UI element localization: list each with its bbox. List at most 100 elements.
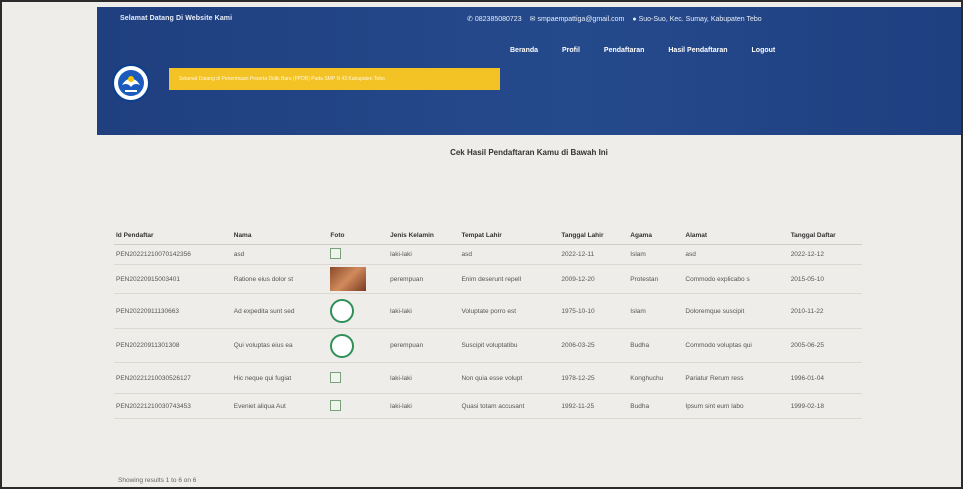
- cell-jenis-kelamin: laki-laki: [388, 362, 460, 394]
- column-foto: Foto: [328, 226, 389, 245]
- address-contact: ● Suo-Suo, Kec. Sumay, Kabupaten Tebo: [632, 15, 761, 23]
- cell-nama: Ad expedita sunt sed: [231, 293, 329, 329]
- contact-info: ✆ 082385080723 ✉ smpaempattiga@gmail.com ●…: [467, 15, 762, 24]
- email-address: smpaempattiga@gmail.com: [537, 15, 625, 23]
- cell-foto: [328, 264, 389, 294]
- page-margin: [963, 0, 967, 493]
- student-photo-logo-icon: [330, 333, 355, 358]
- cell-tempat-lahir: Voluptate porro est: [459, 293, 560, 329]
- cell-jenis-kelamin: laki-laki: [388, 293, 460, 329]
- tut-wuri-logo-icon: [118, 70, 144, 96]
- cell-tanggal-lahir: 2009-12-20: [559, 264, 629, 294]
- cell-id: PEN20220911130663: [114, 293, 232, 329]
- table-row: PEN20221210030526127 Hic neque qui fugia…: [114, 362, 862, 394]
- announcement-banner: Selamat Datang di Penerimaan Peserta Did…: [169, 68, 500, 90]
- column-nama: Nama: [231, 226, 329, 245]
- school-logo[interactable]: [112, 64, 150, 102]
- cell-nama: Eveniet aliqua Aut: [231, 393, 329, 419]
- column-jenis-kelamin: Jenis Kelamin: [388, 226, 460, 245]
- cell-foto: [328, 393, 389, 419]
- cell-nama: Ratione eius dolor st: [231, 264, 329, 294]
- cell-tanggal-daftar: 1999-02-18: [788, 393, 862, 419]
- cell-tempat-lahir: Enim deserunt repell: [459, 264, 560, 294]
- top-info-bar: Selamat Datang Di Website Kami ✆ 08238508…: [97, 7, 961, 31]
- broken-image-icon: [330, 371, 342, 383]
- browser-page: Selamat Datang Di Website Kami ✆ 08238508…: [0, 0, 963, 489]
- column-tanggal-lahir: Tanggal Lahir: [559, 226, 629, 245]
- email-contact: ✉ smpaempattiga@gmail.com: [529, 15, 625, 24]
- cell-tanggal-daftar: 1996-01-04: [788, 362, 862, 394]
- broken-image-icon: [330, 248, 342, 259]
- cell-tanggal-daftar: 2010-11-22: [788, 293, 862, 329]
- cell-agama: Islam: [628, 293, 684, 329]
- nav-logout[interactable]: Logout: [752, 47, 776, 54]
- cell-jenis-kelamin: perempuan: [388, 264, 460, 294]
- cell-alamat: Pariatur Rerum ress: [683, 362, 789, 394]
- table-row: PEN20221210070142356 asd laki-laki asd 2…: [114, 244, 862, 265]
- column-tanggal-daftar: Tanggal Daftar: [788, 226, 862, 245]
- cell-nama: asd: [231, 244, 329, 265]
- cell-alamat: asd: [683, 244, 789, 265]
- page-title: Cek Hasil Pendaftaran Kamu di Bawah Ini: [450, 148, 608, 157]
- cell-agama: Budha: [628, 328, 684, 363]
- cell-jenis-kelamin: laki-laki: [388, 244, 460, 265]
- main-nav: Beranda Profil Pendaftaran Hasil Pendaft…: [510, 47, 775, 54]
- cell-alamat: Ipsum sint eum labo: [683, 393, 789, 419]
- cell-foto: [328, 328, 389, 363]
- welcome-text: Selamat Datang Di Website Kami: [120, 15, 233, 22]
- cell-tanggal-lahir: 1975-10-10: [559, 293, 629, 329]
- column-id-pendaftar: Id Pendaftar: [114, 226, 232, 245]
- results-summary: Showing results 1 to 6 on 6: [118, 477, 197, 484]
- cell-id: PEN20220911301308: [114, 328, 232, 363]
- cell-tanggal-lahir: 1992-11-25: [559, 393, 629, 419]
- cell-agama: Budha: [628, 393, 684, 419]
- cell-foto: [328, 293, 389, 329]
- cell-tanggal-lahir: 2022-12-11: [559, 244, 629, 265]
- nav-profil[interactable]: Profil: [562, 47, 580, 54]
- column-tempat-lahir: Tempat Lahir: [459, 226, 560, 245]
- cell-nama: Qui voluptas eius ea: [231, 328, 329, 363]
- cell-id: PEN20221210070142356: [114, 244, 232, 265]
- mail-icon: ✉: [529, 16, 536, 23]
- cell-nama: Hic neque qui fugiat: [231, 362, 329, 394]
- cell-tempat-lahir: asd: [459, 244, 560, 265]
- cell-tanggal-lahir: 2006-03-25: [559, 328, 629, 363]
- table-row: PEN20221210030743453 Eveniet aliqua Aut …: [114, 393, 862, 419]
- table-row: PEN20220915003401 Ratione eius dolor st …: [114, 264, 862, 294]
- cell-id: PEN20220915003401: [114, 264, 232, 294]
- broken-image-icon: [330, 399, 342, 411]
- table-row: PEN20220911301308 Qui voluptas eius ea p…: [114, 328, 862, 363]
- table-row: PEN20220911130663 Ad expedita sunt sed l…: [114, 293, 862, 329]
- cell-alamat: Commodo voluptas qui: [683, 328, 789, 363]
- cell-foto: [328, 244, 389, 265]
- cell-alamat: Doloremque suscipit: [683, 293, 789, 329]
- cell-tempat-lahir: Quasi totam accusant: [459, 393, 560, 419]
- cell-tanggal-daftar: 2022-12-12: [788, 244, 862, 265]
- cell-tempat-lahir: Non quia esse volupt: [459, 362, 560, 394]
- cell-tanggal-daftar: 2005-06-25: [788, 328, 862, 363]
- cell-tempat-lahir: Suscipit voluptatibu: [459, 328, 560, 363]
- cell-alamat: Commodo explicabo s: [683, 264, 789, 294]
- address-text: Suo-Suo, Kec. Sumay, Kabupaten Tebo: [638, 15, 762, 23]
- column-alamat: Alamat: [683, 226, 789, 245]
- phone-number: 082385080723: [474, 15, 522, 23]
- column-agama: Agama: [628, 226, 684, 245]
- nav-beranda[interactable]: Beranda: [510, 47, 538, 54]
- cell-tanggal-daftar: 2015-05-10: [788, 264, 862, 294]
- cell-jenis-kelamin: perempuan: [388, 328, 460, 363]
- student-photo: [330, 267, 367, 291]
- cell-id: PEN20221210030743453: [114, 393, 232, 419]
- cell-tanggal-lahir: 1978-12-25: [559, 362, 629, 394]
- phone-icon: ✆: [467, 16, 473, 23]
- cell-foto: [328, 362, 389, 394]
- cell-agama: Konghuchu: [628, 362, 684, 394]
- nav-pendaftaran[interactable]: Pendaftaran: [604, 47, 644, 54]
- site-header: Selamat Datang Di Website Kami ✆ 08238508…: [97, 7, 961, 135]
- phone-contact: ✆ 082385080723: [467, 15, 522, 24]
- cell-jenis-kelamin: laki-laki: [388, 393, 460, 419]
- student-photo-logo-icon: [330, 299, 355, 323]
- cell-agama: Islam: [628, 244, 684, 265]
- cell-id: PEN20221210030526127: [114, 362, 232, 394]
- location-icon: ●: [632, 15, 637, 23]
- nav-hasil-pendaftaran[interactable]: Hasil Pendaftaran: [668, 47, 727, 54]
